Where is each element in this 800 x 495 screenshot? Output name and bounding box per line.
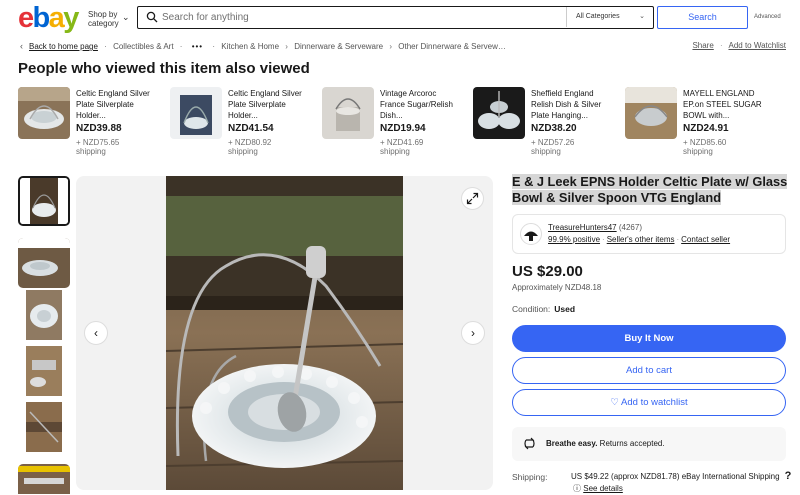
breadcrumb-kitchen[interactable]: Kitchen & Home	[221, 42, 279, 51]
related-item-title[interactable]: Vintage Arcoroc France Sugar/Relish Dish…	[380, 88, 460, 121]
related-item-shipping: + NZD41.69 shipping	[380, 138, 424, 156]
related-item-shipping: + NZD57.26 shipping	[531, 138, 575, 156]
next-image-button[interactable]: ›	[461, 321, 485, 345]
add-to-cart-button[interactable]: Add to cart	[512, 357, 786, 384]
related-item-image[interactable]	[473, 87, 525, 139]
shipping-label: Shipping:	[512, 472, 548, 482]
related-item-shipping: + NZD80.92 shipping	[228, 138, 272, 156]
seller-card: TreasureHunters47 (4267) 99.9% positive ·…	[512, 214, 786, 254]
item-condition: Condition: Used	[512, 304, 576, 314]
related-item-shipping: + NZD75.65 shipping	[76, 138, 120, 156]
search-icon	[146, 11, 158, 23]
seller-links: 99.9% positive · Seller's other items · Cont…	[548, 235, 731, 244]
chevron-right-icon: ›	[471, 326, 475, 340]
see-details-link[interactable]: ⓘ See details	[573, 483, 623, 494]
search-bar: All Categories ⌄	[137, 6, 654, 29]
main-product-photo[interactable]	[166, 176, 403, 490]
item-title: E & J Leek EPNS Holder Celtic Plate w/ G…	[512, 174, 788, 205]
add-to-watchlist-button[interactable]: ♡ Add to watchlist	[512, 389, 786, 416]
returns-icon	[524, 437, 535, 450]
related-item-price: NZD38.20	[531, 123, 577, 134]
advanced-search-link[interactable]: Advanced	[754, 14, 781, 20]
related-item-price: NZD39.88	[76, 123, 122, 134]
related-item[interactable]: MAYELL ENGLAND EP.on STEEL SUGAR BOWL wi…	[625, 87, 775, 156]
approx-price: Approximately NZD48.18	[512, 283, 602, 292]
category-select[interactable]: All Categories ⌄	[566, 7, 653, 27]
related-item-title[interactable]: Celtic England Silver Plate Silverplate …	[228, 88, 308, 121]
expand-icon	[466, 192, 479, 205]
related-item-price: NZD41.54	[228, 123, 274, 134]
breadcrumb-dinnerware[interactable]: Dinnerware & Serveware	[294, 42, 383, 51]
related-item-title[interactable]: Celtic England Silver Plate Silverplate …	[76, 88, 156, 121]
heart-icon: ♡	[610, 397, 619, 408]
gallery-thumbnail[interactable]	[18, 464, 70, 494]
buy-it-now-button[interactable]: Buy It Now	[512, 325, 786, 352]
seller-other-items-link[interactable]: Seller's other items	[607, 235, 675, 244]
seller-feedback-link[interactable]: 99.9% positive	[548, 235, 600, 244]
gallery-thumbnail[interactable]	[18, 346, 70, 396]
back-to-home-link[interactable]: Back to home page	[29, 42, 98, 51]
item-price: US $29.00	[512, 263, 583, 280]
related-item-title[interactable]: MAYELL ENGLAND EP.on STEEL SUGAR BOWL wi…	[683, 88, 763, 121]
chevron-down-icon[interactable]: ⌄	[122, 12, 130, 23]
related-item[interactable]: Sheffield England Relish Dish & Silver P…	[473, 87, 623, 156]
share-link[interactable]: Share	[692, 41, 713, 50]
gallery-thumbnail[interactable]	[18, 176, 70, 226]
gallery-thumbnail[interactable]	[18, 402, 70, 452]
related-item-shipping: + NZD85.60 shipping	[683, 138, 727, 156]
search-button[interactable]: Search	[657, 6, 748, 29]
breadcrumb-collectibles[interactable]: Collectibles & Art	[113, 42, 173, 51]
related-item-title[interactable]: Sheffield England Relish Dish & Silver P…	[531, 88, 611, 121]
main-image-viewer: ‹ ›	[76, 176, 493, 490]
contact-seller-link[interactable]: Contact seller	[681, 235, 730, 244]
chevron-down-icon: ⌄	[639, 13, 645, 20]
help-button[interactable]: ?	[780, 468, 796, 484]
gallery-thumbnail[interactable]	[18, 238, 70, 288]
gallery-thumbnail[interactable]	[18, 290, 70, 340]
search-input[interactable]	[162, 9, 562, 25]
related-item-image[interactable]	[322, 87, 374, 139]
breadcrumb-other-dinnerware[interactable]: Other Dinnerware & Serveware	[398, 42, 508, 51]
related-heading: People who viewed this item also viewed	[18, 60, 310, 77]
seller-avatar[interactable]	[520, 223, 542, 245]
breadcrumb: ‹ Back to home page · Collectibles & Art …	[20, 41, 509, 51]
arrow-left-icon[interactable]: ‹	[20, 41, 23, 51]
related-item-image[interactable]	[625, 87, 677, 139]
related-item[interactable]: Celtic England Silver Plate Silverplate …	[170, 87, 320, 156]
seller-name[interactable]: TreasureHunters47 (4267)	[548, 223, 642, 232]
info-icon: ⓘ	[573, 484, 581, 493]
shop-by-category[interactable]: Shop by category	[88, 10, 119, 28]
expand-image-button[interactable]	[461, 187, 484, 210]
chevron-left-icon: ‹	[94, 326, 98, 340]
related-item[interactable]: Vintage Arcoroc France Sugar/Relish Dish…	[322, 87, 472, 156]
returns-text: Breathe easy. Returns accepted.	[546, 439, 665, 448]
related-item-image[interactable]	[18, 87, 70, 139]
related-item-price: NZD24.91	[683, 123, 729, 134]
returns-banner: Breathe easy. Returns accepted.	[512, 427, 786, 461]
gallery-thumbnails	[18, 176, 70, 494]
add-to-watchlist-link[interactable]: Add to Watchlist	[728, 41, 786, 50]
related-item[interactable]: Celtic England Silver Plate Silverplate …	[18, 87, 168, 156]
ebay-logo[interactable]: ebay	[18, 3, 79, 33]
share-links: Share · Add to Watchlist	[692, 41, 786, 50]
related-item-image[interactable]	[170, 87, 222, 139]
shipping-value: US $49.22 (approx NZD81.78) eBay Interna…	[571, 472, 780, 481]
more-icon[interactable]: •••	[192, 42, 203, 51]
related-item-price: NZD19.94	[380, 123, 426, 134]
header: ebay Shop by category ⌄ All Categories ⌄…	[0, 0, 800, 36]
previous-image-button[interactable]: ‹	[84, 321, 108, 345]
related-items: Celtic England Silver Plate Silverplate …	[18, 87, 798, 156]
